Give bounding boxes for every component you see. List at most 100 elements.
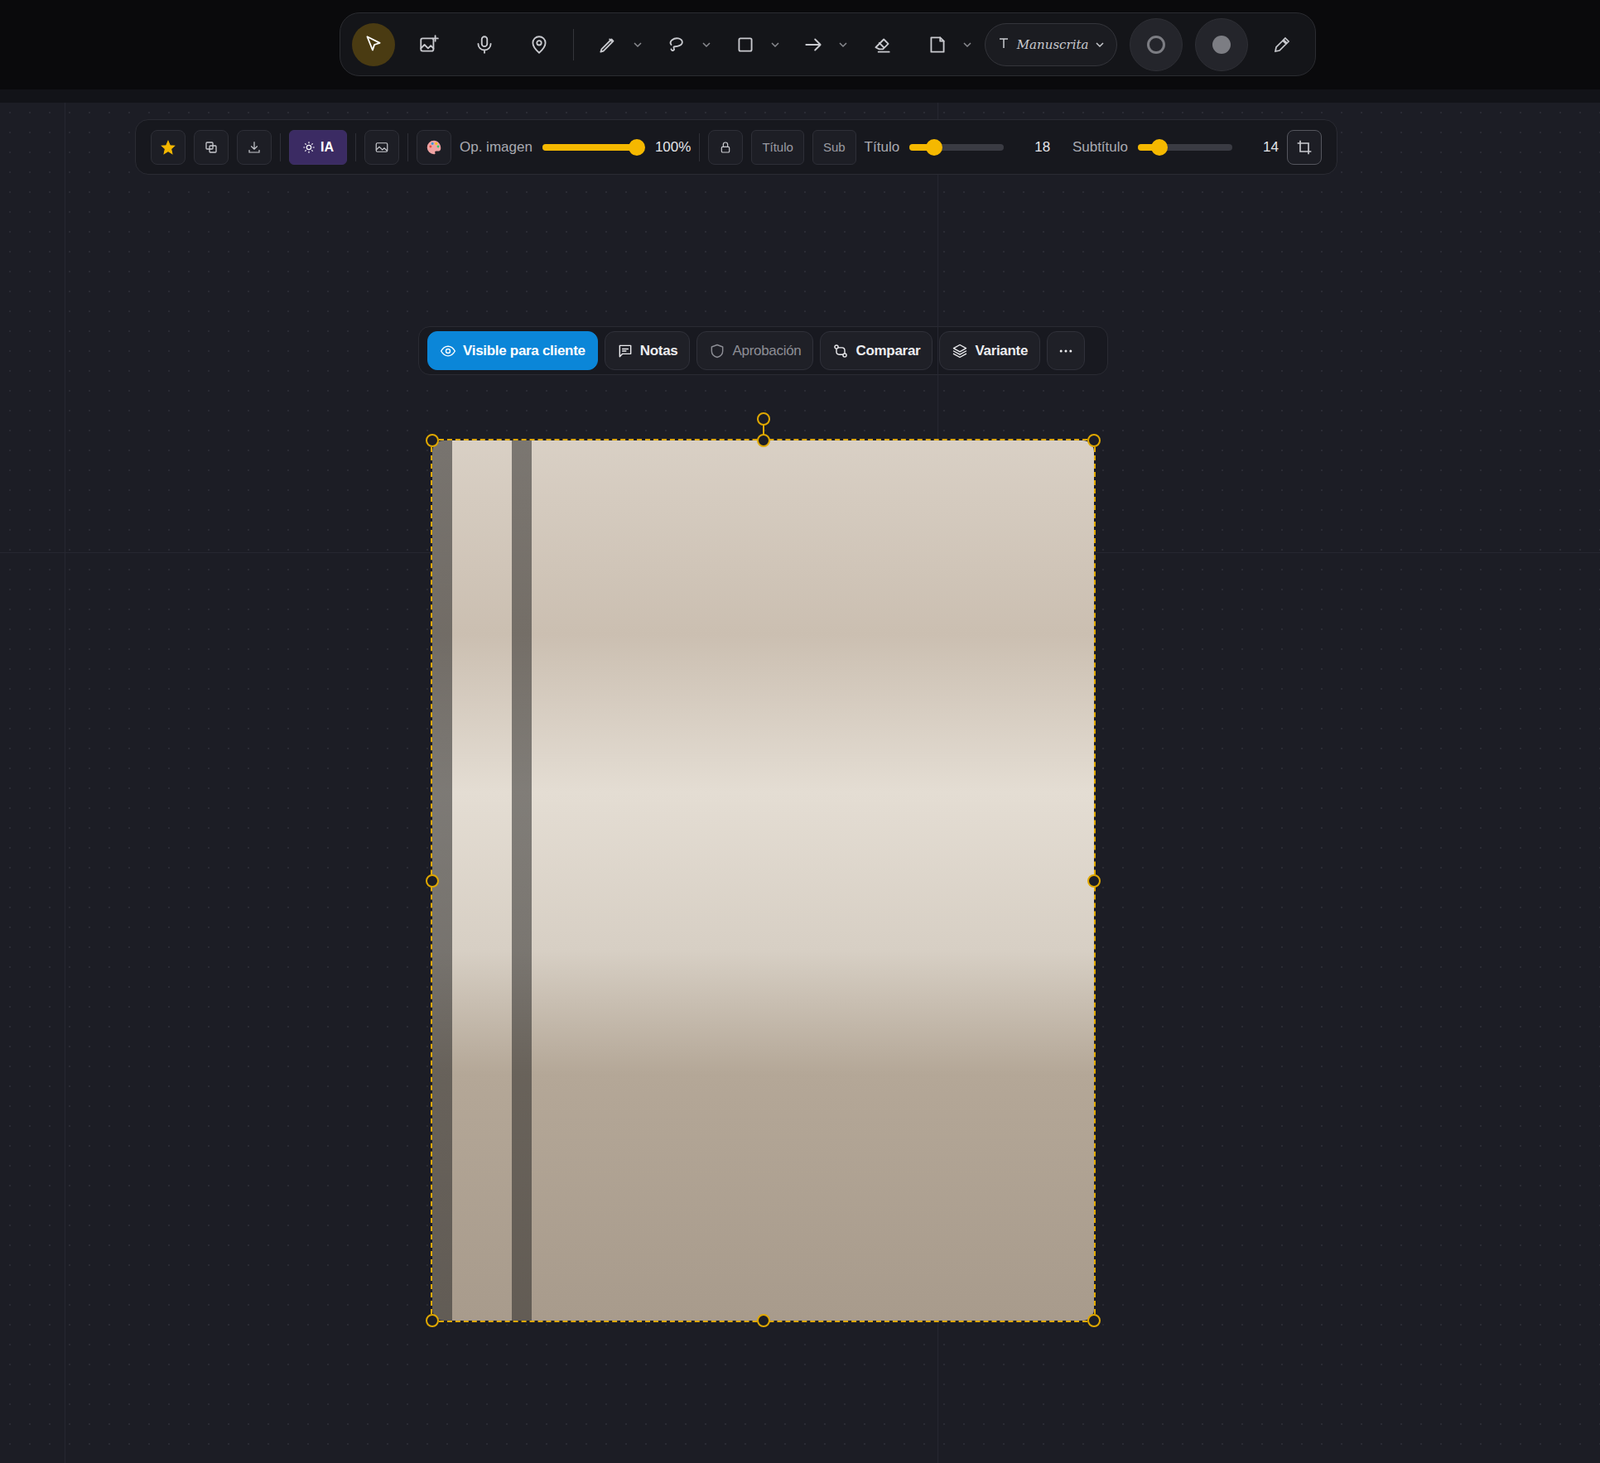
resize-handle[interactable]	[425, 433, 439, 448]
pen-tool[interactable]	[586, 23, 630, 67]
rect-tool[interactable]	[723, 23, 767, 67]
resize-handle[interactable]	[425, 874, 439, 888]
layers-action-button[interactable]: Variante	[939, 331, 1041, 371]
arrow-tool[interactable]	[791, 23, 835, 67]
sun-icon	[302, 140, 316, 155]
resize-handle[interactable]	[425, 1314, 439, 1328]
lock-icon	[718, 140, 733, 155]
chevron-down-icon[interactable]	[838, 39, 849, 50]
resize-handle[interactable]	[1087, 874, 1101, 888]
palette-button[interactable]	[416, 130, 452, 165]
resize-handle[interactable]	[756, 1314, 771, 1328]
swatch-circle	[1212, 35, 1231, 54]
image-add-icon	[418, 33, 440, 56]
shield-icon	[708, 342, 726, 360]
chat-icon	[616, 342, 634, 360]
top-bar: Manuscrita	[0, 0, 1600, 103]
eye-icon	[439, 342, 457, 360]
more-button[interactable]	[1046, 331, 1085, 371]
photo	[432, 440, 1094, 1321]
image-node: Visible para cliente Notas Aprobación Co…	[418, 326, 1600, 1321]
slider-track[interactable]	[542, 144, 637, 151]
arrow-icon	[802, 33, 825, 56]
rect-icon	[734, 33, 757, 56]
title-toggle[interactable]: Título	[751, 130, 805, 165]
tool-group	[351, 23, 396, 67]
action-label: Notas	[640, 342, 679, 360]
resize-handle[interactable]	[1087, 433, 1101, 448]
stroke-swatch[interactable]	[1195, 18, 1249, 72]
lock-button[interactable]	[708, 130, 743, 165]
tool-group	[791, 23, 849, 67]
slider-thumb[interactable]	[628, 139, 646, 156]
title-size-slider: Título 18	[864, 139, 1051, 156]
divider	[573, 28, 574, 61]
subtitle-toggle[interactable]: Sub	[812, 130, 857, 165]
stroke-swatch[interactable]	[1129, 18, 1183, 72]
image-add-tool[interactable]	[407, 23, 451, 67]
slider-reading: 100%	[655, 139, 691, 156]
resize-handle[interactable]	[1087, 1314, 1101, 1328]
duplicate-icon	[204, 140, 218, 155]
tool-group	[655, 23, 712, 67]
resize-handle[interactable]	[756, 433, 771, 448]
slider-thumb[interactable]	[925, 139, 943, 156]
chat-action-button[interactable]: Notas	[604, 331, 691, 371]
eyedropper-tool[interactable]	[1260, 23, 1304, 67]
chevron-down-icon[interactable]	[632, 39, 643, 50]
duplicate-button[interactable]	[193, 130, 229, 165]
compare-action-button[interactable]: Comparar	[819, 331, 933, 371]
tool-group	[462, 23, 507, 67]
select-tool[interactable]	[351, 23, 396, 67]
pin-tool[interactable]	[517, 23, 561, 67]
download-icon	[246, 139, 262, 155]
mic-tool[interactable]	[462, 23, 507, 67]
compare-icon	[832, 342, 849, 360]
tool-group	[517, 23, 561, 67]
canvas[interactable]: IA Op. imagen 100% Título Sub Título 18 …	[0, 102, 1600, 1463]
action-label: Variante	[974, 342, 1028, 360]
lasso-tool[interactable]	[655, 23, 699, 67]
slider-label: Op. imagen	[459, 139, 533, 156]
slider-track[interactable]	[909, 144, 1004, 151]
shield-action-button[interactable]: Aprobación	[696, 331, 814, 371]
note-tool[interactable]	[915, 23, 960, 67]
app: Manuscrita IA Op. imagen 100% Título Sub…	[0, 0, 1600, 1463]
slider-reading: 14	[1250, 139, 1279, 156]
font-label: Manuscrita	[1016, 37, 1090, 53]
crop-icon	[1296, 139, 1313, 156]
slider-fill	[542, 144, 637, 151]
download-button[interactable]	[236, 130, 272, 165]
pen-icon	[597, 33, 619, 56]
text-icon	[997, 36, 1011, 53]
rotate-handle[interactable]	[756, 412, 771, 426]
subtitle-size-slider: Subtítulo 14	[1072, 139, 1279, 156]
tool-group	[723, 23, 781, 67]
slider-label: Título	[864, 139, 901, 156]
eraser-tool[interactable]	[860, 23, 904, 67]
slider-thumb[interactable]	[1151, 139, 1168, 156]
tool-group	[915, 23, 973, 67]
eye-action-button[interactable]: Visible para cliente	[427, 331, 598, 371]
lasso-icon	[665, 33, 688, 56]
chevron-down-icon[interactable]	[962, 39, 973, 50]
swatch-circle	[1146, 35, 1166, 54]
divider	[279, 133, 281, 162]
image-button[interactable]	[364, 130, 400, 165]
chevron-down-icon[interactable]	[770, 39, 781, 50]
pin-icon	[528, 33, 550, 56]
image-actions-bar: Visible para cliente Notas Aprobación Co…	[418, 326, 1109, 376]
ai-button[interactable]: IA	[289, 130, 347, 165]
main-toolbar: Manuscrita	[339, 12, 1316, 77]
crop-button[interactable]	[1286, 130, 1322, 165]
action-label: Aprobación	[732, 342, 801, 360]
slider-track[interactable]	[1137, 144, 1233, 151]
tool-group	[586, 23, 643, 67]
favorite-button[interactable]	[150, 130, 186, 165]
chevron-down-icon[interactable]	[701, 39, 712, 50]
image-opacity-slider: Op. imagen 100%	[459, 139, 691, 156]
more-dots-icon	[1057, 342, 1075, 360]
font-dropdown[interactable]: Manuscrita	[984, 23, 1119, 67]
slider-label: Subtítulo	[1072, 139, 1128, 156]
image-frame[interactable]	[432, 440, 1094, 1321]
